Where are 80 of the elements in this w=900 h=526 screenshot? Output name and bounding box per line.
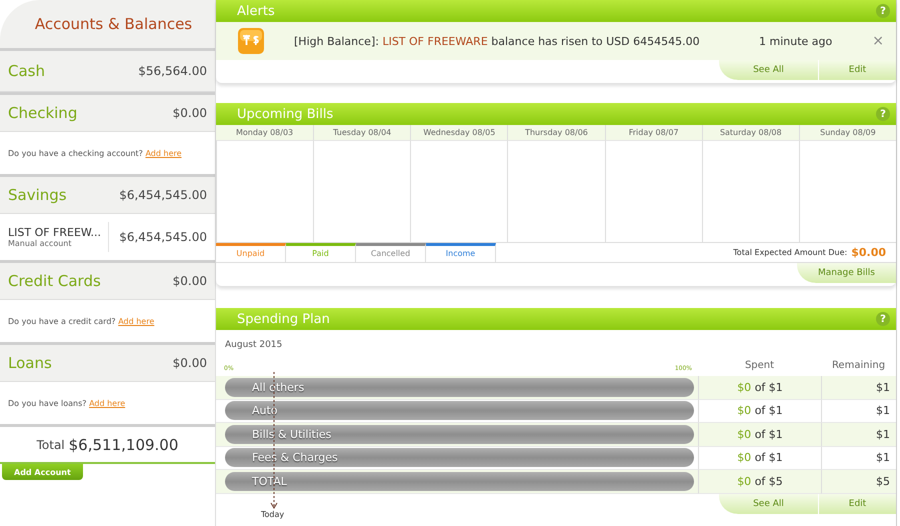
add-here-link[interactable]: Add here <box>118 316 154 326</box>
spent-cell: $0 of $1 <box>698 446 821 470</box>
account-group-header[interactable]: Checking $0.00 <box>0 92 215 132</box>
spent-cell: $0 of $1 <box>698 376 821 400</box>
account-group-header[interactable]: Loans $0.00 <box>0 342 215 382</box>
add-account-prompt: Do you have loans? Add here <box>8 398 126 408</box>
remaining-cell: $1 <box>821 423 896 446</box>
balance-up-icon <box>238 28 264 54</box>
group-amount: $6,454,545.00 <box>119 188 207 202</box>
sidebar-title: Accounts & Balances <box>34 15 192 33</box>
legend-item: Cancelled <box>356 243 426 262</box>
total-amount: $6,511,109.00 <box>68 436 178 454</box>
category-name: Fees & Charges <box>251 451 338 464</box>
day-header: Thursday 08/06 <box>507 125 605 140</box>
footer-button[interactable]: Edit <box>818 60 896 80</box>
add-account-prompt: Do you have a checking account? Add here <box>8 148 182 158</box>
spent-cell: $0 of $1 <box>698 423 821 446</box>
day-header: Wednesday 08/05 <box>410 125 508 140</box>
day-header: Friday 08/07 <box>604 125 702 140</box>
legend-item: Unpaid <box>216 243 286 262</box>
footer-button[interactable]: See All <box>718 494 818 514</box>
column-header: Spent <box>744 360 776 373</box>
footer-button[interactable]: See All <box>718 60 818 80</box>
legend-item: Paid <box>286 243 356 262</box>
help-button[interactable]: ? <box>876 107 890 121</box>
group-amount: $0.00 <box>172 106 207 120</box>
month-label: August 2015 <box>225 340 282 350</box>
account-name[interactable]: LIST OF FREEW... <box>8 226 108 239</box>
group-name: Savings <box>8 186 67 204</box>
add-here-link[interactable]: Add here <box>145 148 182 158</box>
alert-time: 1 minute ago <box>759 34 832 48</box>
total-label: Total <box>36 438 65 452</box>
account-amount: $6,454,545.00 <box>118 230 207 244</box>
remaining-cell: $5 <box>821 470 896 494</box>
column-header: Remaining <box>830 360 886 373</box>
category-name: All others <box>251 380 304 394</box>
legend-item: Income <box>426 243 496 262</box>
help-button[interactable]: ? <box>876 312 890 326</box>
day-header: Tuesday 08/04 <box>313 125 410 140</box>
group-amount: $0.00 <box>172 274 207 288</box>
close-button[interactable]: × <box>872 33 884 49</box>
category-name: TOTAL <box>251 474 287 488</box>
alert-message: [High Balance]: LIST OF FREEWARE balance has risen to USD 6454545.00 <box>294 34 701 48</box>
panel-title: Spending Plan <box>237 312 330 326</box>
add-account-button[interactable]: Add Account <box>2 464 83 480</box>
spent-cell: $0 of $5 <box>698 470 821 494</box>
footer-button[interactable]: Edit <box>818 494 896 514</box>
budget-bar[interactable]: Fees & Charges <box>225 448 694 468</box>
budget-bar[interactable]: Bills & Utilities <box>225 424 694 444</box>
total-due-amount: $0.00 <box>851 246 886 259</box>
remaining-cell: $1 <box>821 446 896 470</box>
group-name: Loans <box>8 354 52 372</box>
budget-bar[interactable]: TOTAL <box>225 472 694 491</box>
group-name: Cash <box>8 62 45 80</box>
day-header: Monday 08/03 <box>216 125 314 140</box>
panel-title: Alerts <box>237 4 275 18</box>
group-amount: $56,564.00 <box>138 64 207 78</box>
group-amount: $0.00 <box>172 356 207 370</box>
account-group-header[interactable]: Credit Cards $0.00 <box>0 260 215 300</box>
day-header: Saturday 08/08 <box>702 125 799 140</box>
spent-cell: $0 of $1 <box>698 400 821 423</box>
account-type: Manual account <box>8 239 72 248</box>
total-due-label: Total Expected Amount Due: <box>733 248 848 257</box>
group-name: Credit Cards <box>8 272 101 290</box>
budget-bar[interactable]: All others <box>225 378 694 397</box>
help-button[interactable]: ? <box>876 4 890 18</box>
category-name: Auto <box>251 404 278 418</box>
category-name: Bills & Utilities <box>251 428 332 441</box>
account-group-header[interactable]: Savings $6,454,545.00 <box>0 174 215 214</box>
add-here-link[interactable]: Add here <box>89 398 126 408</box>
panel-title: Upcoming Bills <box>237 106 334 122</box>
add-account-prompt: Do you have a credit card? Add here <box>8 316 154 326</box>
budget-bar[interactable]: Auto <box>225 401 694 420</box>
remaining-cell: $1 <box>821 376 896 400</box>
today-label: Today <box>261 510 284 519</box>
manage-bills-button[interactable]: Manage Bills <box>796 263 896 283</box>
day-header: Sunday 08/09 <box>798 125 896 140</box>
remaining-cell: $1 <box>821 400 896 423</box>
account-group-header[interactable]: Cash $56,564.00 <box>0 48 215 92</box>
group-name: Checking <box>8 104 78 122</box>
